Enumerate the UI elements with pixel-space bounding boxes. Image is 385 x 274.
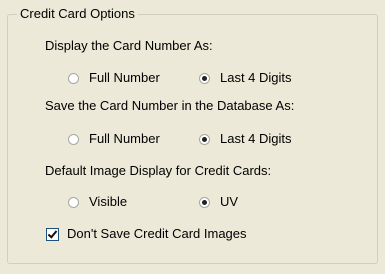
default-image-display-label: Default Image Display for Credit Cards: xyxy=(45,163,272,178)
display-last4-radio[interactable]: Last 4 Digits xyxy=(199,70,292,86)
save-last4-radio[interactable]: Last 4 Digits xyxy=(199,131,292,147)
radio-circle-icon xyxy=(68,196,79,208)
radio-selected-icon xyxy=(199,72,210,84)
radio-label: Visible xyxy=(89,194,128,209)
radio-label: UV xyxy=(220,194,239,209)
checkmark-icon xyxy=(46,227,59,241)
radio-selected-icon xyxy=(199,133,210,145)
group-title: Credit Card Options xyxy=(17,7,138,21)
save-full-number-radio[interactable]: Full Number xyxy=(68,131,160,147)
display-full-number-radio[interactable]: Full Number xyxy=(68,70,160,86)
radio-label: Last 4 Digits xyxy=(220,70,292,85)
radio-circle-icon xyxy=(68,72,79,84)
image-visible-radio[interactable]: Visible xyxy=(68,194,127,210)
radio-selected-icon xyxy=(199,196,210,208)
radio-circle-icon xyxy=(68,133,79,145)
radio-label: Full Number xyxy=(89,70,160,85)
checkbox-label: Don't Save Credit Card Images xyxy=(67,226,247,241)
radio-label: Last 4 Digits xyxy=(220,131,292,146)
radio-label: Full Number xyxy=(89,131,160,146)
save-card-number-label: Save the Card Number in the Database As: xyxy=(45,98,295,113)
image-uv-radio[interactable]: UV xyxy=(199,194,238,210)
dont-save-images-checkbox[interactable]: Don't Save Credit Card Images xyxy=(46,226,247,242)
display-card-number-label: Display the Card Number As: xyxy=(45,38,213,53)
